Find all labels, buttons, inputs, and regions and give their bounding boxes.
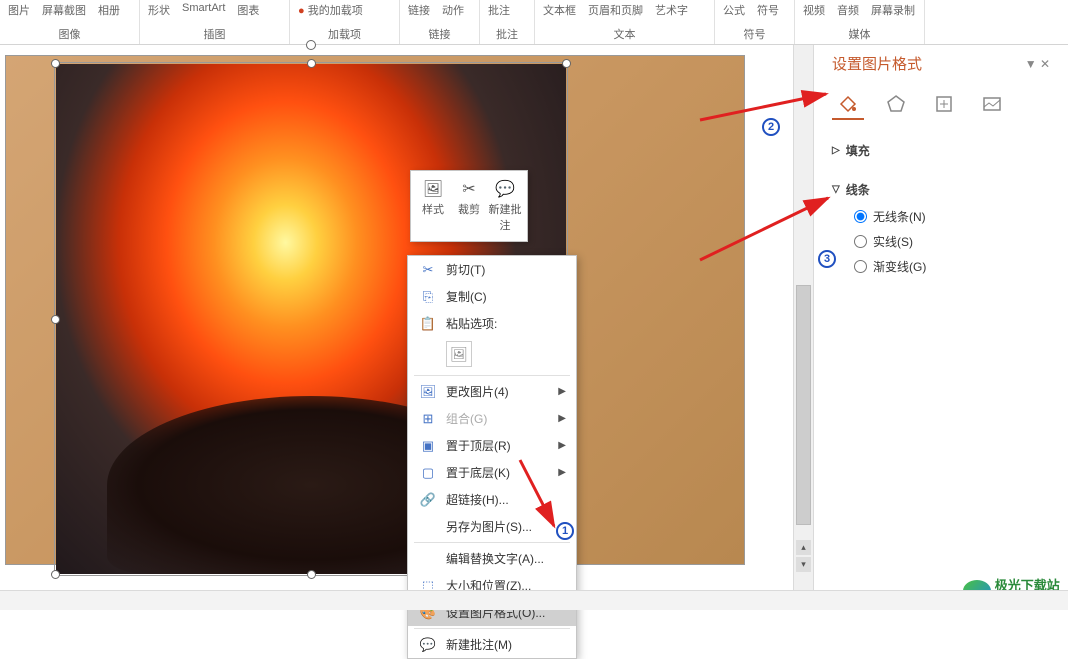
- mini-new-comment-button[interactable]: 💬新建批注: [487, 175, 523, 237]
- chevron-right-icon: ▷: [832, 145, 840, 156]
- picture-icon: [981, 93, 1003, 115]
- copy-icon: ⎘: [418, 289, 438, 305]
- ribbon-item-addins[interactable]: ● 我的加载项: [298, 2, 363, 18]
- ribbon-item-headerfooter[interactable]: 页眉和页脚: [588, 2, 643, 18]
- ribbon-item-picture[interactable]: 图片: [8, 2, 30, 18]
- submenu-arrow-icon: ▶: [558, 440, 566, 451]
- radio-no-line[interactable]: 无线条(N): [854, 204, 1050, 229]
- format-tab-picture[interactable]: [976, 88, 1008, 120]
- size-icon: [933, 93, 955, 115]
- ribbon-item-equation[interactable]: 公式: [723, 2, 745, 18]
- ribbon-item-wordart[interactable]: 艺术字: [655, 2, 688, 18]
- paint-bucket-icon: [837, 92, 859, 114]
- vertical-scrollbar[interactable]: ▴ ▾: [793, 45, 813, 590]
- ribbon-item-audio[interactable]: 音频: [837, 2, 859, 18]
- radio-gradient-line[interactable]: 渐变线(G): [854, 254, 1050, 279]
- comment-icon: 💬: [487, 179, 523, 199]
- send-back-icon: ▢: [418, 465, 438, 481]
- fill-section-header[interactable]: ▷填充: [832, 136, 1050, 165]
- radio-solid-input[interactable]: [854, 235, 867, 248]
- slide[interactable]: [5, 55, 745, 565]
- menu-save-as-picture[interactable]: 另存为图片(S)...: [408, 513, 576, 540]
- resize-handle-tl[interactable]: [51, 59, 60, 68]
- menu-bring-to-front[interactable]: ▣置于顶层(R)▶: [408, 432, 576, 459]
- format-pane-title: 设置图片格式: [832, 53, 1050, 74]
- menu-edit-alt-text[interactable]: 编辑替换文字(A)...: [408, 545, 576, 572]
- menu-change-picture[interactable]: 🖼更改图片(4)▶: [408, 378, 576, 405]
- ribbon-group-label-media: 媒体: [803, 26, 916, 44]
- rotate-handle[interactable]: [306, 40, 316, 50]
- style-icon: 🖼: [415, 179, 451, 199]
- annotation-badge-3: 3: [818, 250, 836, 268]
- paste-icon: 📋: [418, 316, 438, 332]
- resize-handle-tr[interactable]: [562, 59, 571, 68]
- mini-toolbar: 🖼样式 ✂裁剪 💬新建批注: [410, 170, 528, 242]
- radio-gradient-input[interactable]: [854, 260, 867, 273]
- resize-handle-ml[interactable]: [51, 315, 60, 324]
- resize-handle-bl[interactable]: [51, 570, 60, 579]
- link-icon: 🔗: [418, 492, 438, 508]
- comment-icon: 💬: [418, 637, 438, 653]
- format-tab-effects[interactable]: [880, 88, 912, 120]
- ribbon-item-textbox[interactable]: 文本框: [543, 2, 576, 18]
- crop-icon: ✂: [451, 179, 487, 199]
- scroll-down-page[interactable]: ▾: [796, 557, 811, 572]
- mini-style-button[interactable]: 🖼样式: [415, 175, 451, 237]
- ribbon-group-label-text: 文本: [543, 26, 706, 44]
- ribbon-item-comment[interactable]: 批注: [488, 2, 510, 18]
- menu-cut[interactable]: ✂剪切(T): [408, 256, 576, 283]
- annotation-badge-1: 1: [556, 522, 574, 540]
- ribbon-item-action[interactable]: 动作: [442, 2, 464, 18]
- submenu-arrow-icon: ▶: [558, 467, 566, 478]
- format-tab-fill-line[interactable]: [832, 88, 864, 120]
- pentagon-icon: [885, 93, 907, 115]
- ribbon-item-link[interactable]: 链接: [408, 2, 430, 18]
- ribbon-group-label-illustrations: 插图: [148, 26, 281, 44]
- scroll-up-page[interactable]: ▴: [796, 540, 811, 555]
- submenu-arrow-icon: ▶: [558, 413, 566, 424]
- menu-send-to-back[interactable]: ▢置于底层(K)▶: [408, 459, 576, 486]
- resize-handle-tc[interactable]: [307, 59, 316, 68]
- resize-handle-bc[interactable]: [307, 570, 316, 579]
- close-pane-button[interactable]: ▼ ✕: [1025, 57, 1050, 71]
- ribbon-item-video[interactable]: 视频: [803, 2, 825, 18]
- line-section-header[interactable]: ▽线条: [832, 175, 1050, 204]
- menu-copy[interactable]: ⎘复制(C): [408, 283, 576, 310]
- ribbon-item-shapes[interactable]: 形状: [148, 2, 170, 18]
- bring-front-icon: ▣: [418, 438, 438, 454]
- change-picture-icon: 🖼: [418, 384, 438, 400]
- slide-canvas[interactable]: 🖼样式 ✂裁剪 💬新建批注 ✂剪切(T) ⎘复制(C) 📋粘贴选项: 🖼 🖼更改…: [0, 45, 793, 590]
- menu-new-comment[interactable]: 💬新建批注(M): [408, 631, 576, 658]
- mini-crop-button[interactable]: ✂裁剪: [451, 175, 487, 237]
- radio-solid-line[interactable]: 实线(S): [854, 229, 1050, 254]
- menu-hyperlink[interactable]: 🔗超链接(H)...: [408, 486, 576, 513]
- ribbon-item-album[interactable]: 相册: [98, 2, 120, 18]
- format-picture-pane: ▼ ✕ 设置图片格式 ▷填充 ▽线条 无线条(N) 实线(S) 渐变线(: [813, 45, 1068, 590]
- ribbon-group-label-links: 链接: [408, 26, 471, 44]
- submenu-arrow-icon: ▶: [558, 386, 566, 397]
- menu-group: ⊞组合(G)▶: [408, 405, 576, 432]
- ribbon-group-label-image: 图像: [8, 26, 131, 44]
- paste-option-picture[interactable]: 🖼: [446, 341, 472, 367]
- cut-icon: ✂: [418, 262, 438, 278]
- group-icon: ⊞: [418, 411, 438, 427]
- ribbon-item-symbol[interactable]: 符号: [757, 2, 779, 18]
- ribbon-group-label-comments: 批注: [488, 26, 526, 44]
- annotation-badge-2: 2: [762, 118, 780, 136]
- ribbon-item-screenrec[interactable]: 屏幕录制: [871, 2, 915, 18]
- scroll-thumb[interactable]: [796, 285, 811, 525]
- radio-no-line-input[interactable]: [854, 210, 867, 223]
- ribbon: 图片 屏幕截图 相册 图像 形状 SmartArt 图表 插图 ● 我的加载项 …: [0, 0, 1068, 45]
- ribbon-item-chart[interactable]: 图表: [237, 2, 259, 18]
- format-tab-size[interactable]: [928, 88, 960, 120]
- chevron-down-icon: ▽: [832, 184, 840, 195]
- menu-paste-options: 📋粘贴选项:: [408, 310, 576, 337]
- ribbon-group-label-symbols: 符号: [723, 26, 786, 44]
- ribbon-item-smartart[interactable]: SmartArt: [182, 2, 225, 18]
- ribbon-item-screenshot[interactable]: 屏幕截图: [42, 2, 86, 18]
- status-bar: [0, 590, 1068, 610]
